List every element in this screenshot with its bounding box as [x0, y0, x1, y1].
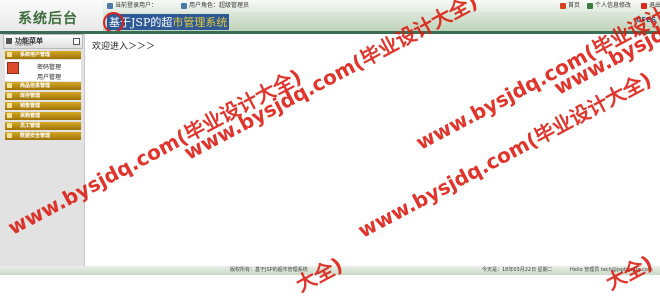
user-icon — [107, 2, 113, 9]
logo-text: 系统后台 — [18, 11, 78, 27]
home-link[interactable]: 首页 — [560, 0, 580, 12]
user-role: 用户角色：超级管理员 — [181, 0, 249, 12]
menu-group-products[interactable]: 商品信息管理 — [5, 82, 81, 90]
system-title: 基于JSP的超市管理系统 — [107, 14, 230, 30]
folder-icon — [7, 103, 12, 108]
circle-annotation — [103, 12, 124, 33]
folder-icon — [7, 93, 12, 98]
menu-group-system-users[interactable]: 系统用户管理 — [5, 51, 81, 59]
home-icon — [560, 2, 566, 9]
menu-header: 功能菜单 MAIN MENU — [3, 34, 83, 49]
menu-group-inventory[interactable]: 库存管理 — [5, 92, 81, 100]
collapse-button[interactable] — [73, 38, 80, 45]
watermark-fragment: 大全) — [291, 252, 347, 297]
top-header: 系统后台 当前登录用户： 用户角色：超级管理员 首页 个人信息修改 退出 基于J… — [0, 0, 660, 31]
edit-icon — [587, 2, 593, 9]
header-divider — [0, 31, 660, 34]
logo-area: 系统后台 — [0, 0, 104, 31]
menu-icon — [6, 38, 12, 44]
menu-group-staff[interactable]: 员工管理 — [5, 122, 81, 130]
menu-group-purchasing[interactable]: 采购管理 — [5, 112, 81, 120]
title-strip: 基于JSP的超市管理系统 CFES — [103, 12, 660, 31]
footer-date: 今天是：18年03月22日 星期二 — [482, 267, 553, 273]
submenu-panel: 密码管理 用户管理 — [5, 60, 81, 81]
menu-group-sales[interactable]: 销售管理 — [5, 102, 81, 110]
profile-link[interactable]: 个人信息修改 — [587, 0, 631, 12]
folder-icon — [7, 52, 12, 57]
folder-icon — [7, 123, 12, 128]
folder-icon — [7, 83, 12, 88]
watermark-fragment: 大全) — [601, 250, 657, 295]
submenu-password[interactable]: 密码管理 — [37, 62, 61, 71]
menu-group-data-security[interactable]: 数据安全管理 — [5, 132, 81, 140]
role-icon — [181, 2, 187, 9]
book-icon — [7, 62, 19, 74]
current-user: 当前登录用户： — [107, 0, 157, 12]
folder-icon — [7, 113, 12, 118]
welcome-text: 欢迎进入＞＞＞ — [92, 42, 156, 52]
menu-subtitle: MAIN MENU — [15, 43, 33, 47]
folder-icon — [7, 133, 12, 138]
submenu-users[interactable]: 用户管理 — [37, 72, 61, 81]
